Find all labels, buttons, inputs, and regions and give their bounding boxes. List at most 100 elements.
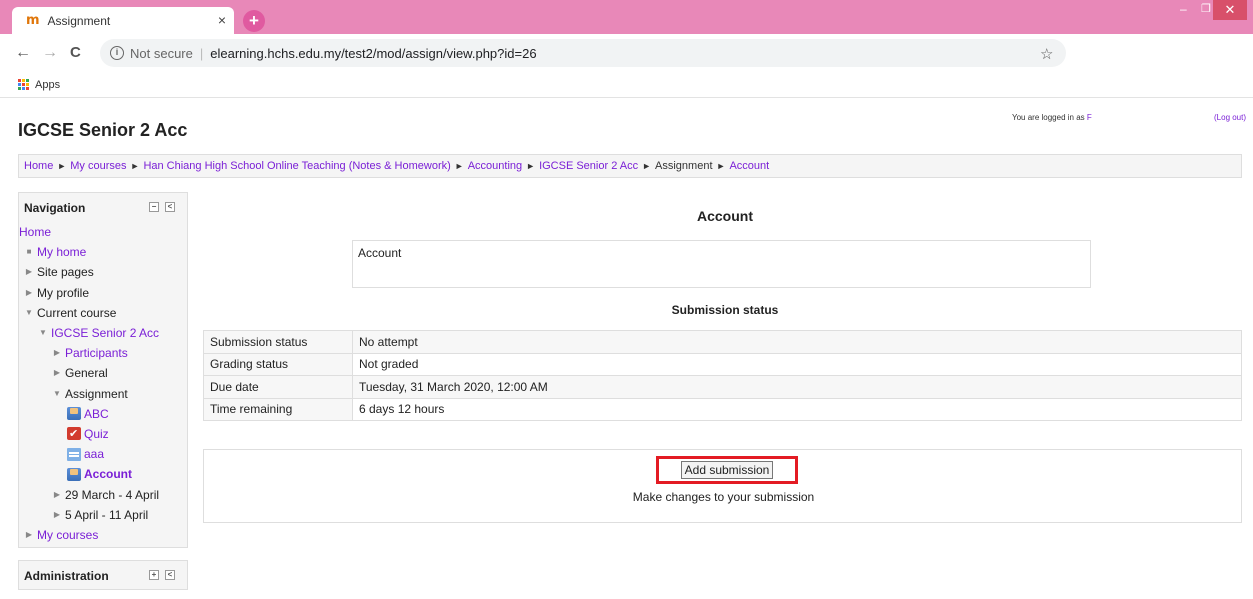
breadcrumb-account[interactable]: Account — [729, 160, 769, 172]
assignment-icon — [67, 407, 81, 421]
breadcrumb-home[interactable]: Home — [24, 160, 53, 172]
row-key: Submission status — [203, 330, 353, 354]
new-tab-button[interactable]: + — [243, 10, 265, 32]
tab-close-icon[interactable]: × — [218, 12, 226, 28]
assignment-intro-box: Account — [352, 240, 1091, 288]
expanded-icon: ▼ — [53, 388, 61, 398]
submission-status-table: Submission status No attempt Grading sta… — [203, 330, 1242, 421]
expand-block-icon[interactable]: + — [149, 570, 159, 580]
logged-in-text: You are logged in as — [1012, 113, 1085, 122]
collapsed-icon: ▶ — [25, 267, 33, 277]
bookmark-star-icon[interactable]: ☆ — [1040, 45, 1053, 63]
forward-icon[interactable]: → — [42, 44, 58, 62]
breadcrumb-arrow-icon: ► — [57, 161, 67, 171]
nav-item-week-29-march[interactable]: ▶ 29 March - 4 April — [19, 484, 187, 504]
nav-item-my-profile[interactable]: ▶ My profile — [19, 283, 187, 303]
table-row: Submission status No attempt — [203, 330, 1242, 354]
administration-block-title: Administration — [24, 568, 109, 583]
site-title[interactable]: IGCSE Senior 2 Acc — [18, 120, 187, 141]
moodle-favicon-icon: m — [26, 13, 40, 28]
row-value: No attempt — [352, 330, 1242, 354]
dock-block-icon[interactable]: < — [165, 570, 175, 580]
row-value: 6 days 12 hours — [352, 397, 1242, 421]
browser-tab-bar: m Assignment × + – ❐ ✕ — [0, 0, 1253, 34]
breadcrumb-assignment: Assignment — [655, 160, 713, 172]
bookmarks-bar: Apps — [0, 72, 1253, 98]
add-submission-label: Add submission — [680, 461, 774, 479]
nav-item-quiz[interactable]: Quiz — [19, 424, 187, 444]
breadcrumb-arrow-icon: ► — [716, 161, 726, 171]
reload-icon[interactable]: C — [70, 44, 81, 61]
resource-icon — [67, 447, 81, 461]
nav-item-assignment[interactable]: ▼ Assignment — [19, 384, 187, 404]
breadcrumb-course[interactable]: IGCSE Senior 2 Acc — [539, 160, 638, 172]
quiz-icon — [67, 424, 81, 444]
submission-action-box: Add submission Make changes to your subm… — [203, 449, 1242, 523]
logout-link[interactable]: (Log out) — [1214, 113, 1246, 122]
not-secure-label: Not secure — [130, 45, 193, 61]
apps-bookmark[interactable]: Apps — [35, 79, 60, 91]
url-bar[interactable]: i Not secure | elearning.hchs.edu.my/tes… — [100, 39, 1066, 67]
make-changes-text: Make changes to your submission — [632, 490, 815, 504]
minimize-block-icon[interactable]: − — [149, 202, 159, 212]
navigation-block: Navigation − < Home ■ My home ▶ Site pages… — [18, 192, 188, 548]
table-row: Due date Tuesday, 31 March 2020, 12:00 A… — [203, 375, 1242, 399]
nav-item-my-courses[interactable]: ▶ My courses — [19, 525, 187, 545]
address-bar-row: ← → C i Not secure | elearning.hchs.edu.… — [0, 34, 1253, 72]
user-name-link[interactable]: F — [1087, 113, 1092, 122]
nav-item-account[interactable]: Account — [19, 464, 187, 484]
collapsed-icon: ▶ — [53, 348, 61, 358]
assignment-icon — [67, 467, 81, 481]
breadcrumb: Home ► My courses ► Han Chiang High Scho… — [18, 154, 1242, 178]
nav-item-participants[interactable]: ▶ Participants — [19, 343, 187, 363]
breadcrumb-my-courses[interactable]: My courses — [70, 160, 126, 172]
nav-item-week-5-april[interactable]: ▶ 5 April - 11 April — [19, 505, 187, 525]
nav-item-home[interactable]: Home — [19, 222, 187, 242]
minimize-window-icon[interactable]: – — [1180, 2, 1187, 16]
table-row: Grading status Not graded — [203, 352, 1242, 376]
row-value: Tuesday, 31 March 2020, 12:00 AM — [352, 375, 1242, 399]
breadcrumb-arrow-icon: ► — [454, 161, 464, 171]
breadcrumb-arrow-icon: ► — [526, 161, 536, 171]
nav-item-abc[interactable]: ABC — [19, 404, 187, 424]
row-value: Not graded — [352, 352, 1242, 376]
nav-item-site-pages[interactable]: ▶ Site pages — [19, 262, 187, 282]
nav-item-general[interactable]: ▶ General — [19, 363, 187, 383]
nav-item-my-home[interactable]: ■ My home — [19, 242, 187, 262]
expanded-icon: ▼ — [25, 307, 33, 317]
collapsed-icon: ▶ — [53, 489, 61, 499]
nav-item-course[interactable]: ▼ IGCSE Senior 2 Acc — [19, 323, 187, 343]
navigation-block-header: Navigation − < — [19, 193, 187, 222]
browser-tab[interactable]: m Assignment × — [12, 7, 234, 34]
breadcrumb-arrow-icon: ► — [642, 161, 652, 171]
administration-block: Administration + < — [18, 560, 188, 590]
administration-block-header: Administration + < — [19, 561, 187, 590]
close-window-button[interactable]: ✕ — [1213, 0, 1247, 20]
table-row: Time remaining 6 days 12 hours — [203, 397, 1242, 421]
breadcrumb-category[interactable]: Han Chiang High School Online Teaching (… — [143, 160, 450, 172]
info-icon[interactable]: i — [110, 46, 124, 60]
url-text[interactable]: elearning.hchs.edu.my/test2/mod/assign/v… — [210, 46, 536, 61]
collapsed-icon: ▶ — [53, 509, 61, 519]
row-key: Due date — [203, 375, 353, 399]
bullet-icon: ■ — [26, 247, 32, 257]
nav-item-current-course[interactable]: ▼ Current course — [19, 303, 187, 323]
navigation-block-title: Navigation — [24, 200, 86, 215]
apps-grid-icon[interactable] — [18, 79, 29, 90]
breadcrumb-arrow-icon: ► — [130, 161, 140, 171]
collapsed-icon: ▶ — [25, 287, 33, 297]
dock-block-icon[interactable]: < — [165, 202, 175, 212]
nav-item-aaa[interactable]: aaa — [19, 444, 187, 464]
expanded-icon: ▼ — [39, 328, 47, 338]
url-separator: | — [199, 45, 204, 61]
row-key: Time remaining — [203, 397, 353, 421]
back-icon[interactable]: ← — [15, 44, 31, 62]
navigation-tree: Home ■ My home ▶ Site pages ▶ My profile ▼ C… — [19, 222, 187, 545]
collapsed-icon: ▶ — [53, 368, 61, 378]
row-key: Grading status — [203, 352, 353, 376]
login-info: You are logged in as F — [1012, 113, 1092, 122]
restore-window-icon[interactable]: ❐ — [1201, 2, 1211, 15]
add-submission-button[interactable]: Add submission — [656, 456, 798, 484]
breadcrumb-accounting[interactable]: Accounting — [468, 160, 522, 172]
submission-status-heading: Submission status — [671, 303, 779, 317]
